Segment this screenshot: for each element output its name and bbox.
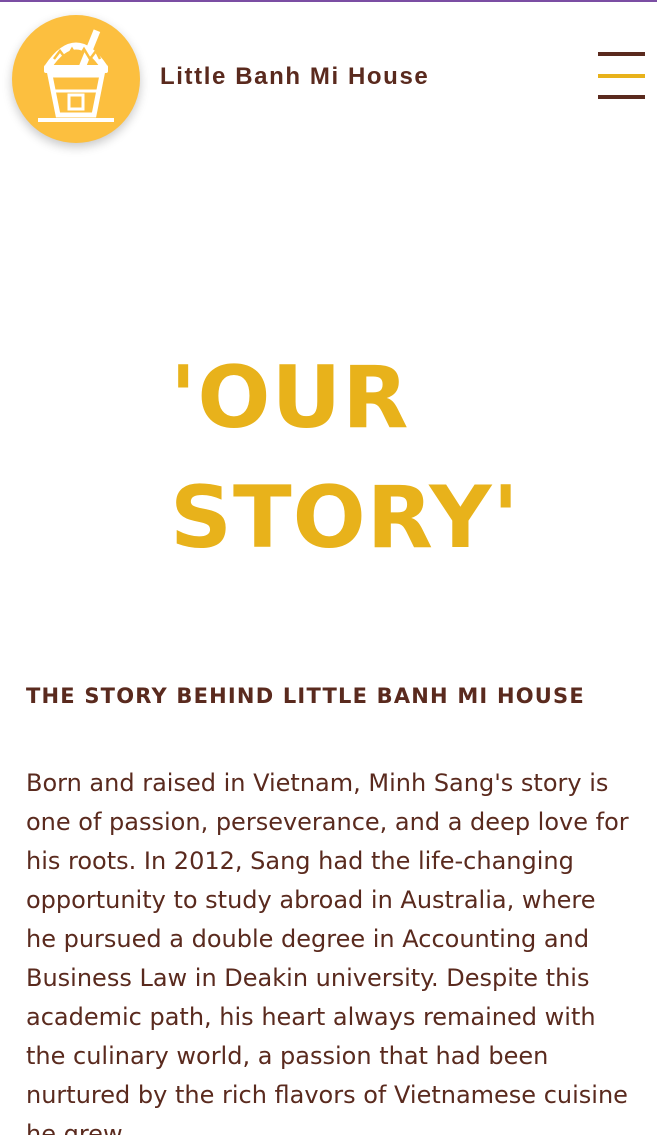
hamburger-menu-icon[interactable] [596, 50, 646, 102]
menu-bar-bottom [598, 95, 645, 99]
page-title: 'OUR STORY' [170, 338, 530, 578]
top-border [0, 0, 657, 2]
story-heading: THE STORY BEHIND LITTLE BANH MI HOUSE [26, 684, 585, 708]
logo-link[interactable] [12, 15, 140, 143]
story-body-text: Born and raised in Vietnam, Minh Sang's … [26, 769, 629, 1135]
brand-name[interactable]: Little Banh Mi House [160, 63, 429, 91]
menu-bar-top [598, 52, 645, 56]
page-title-line2: STORY' [170, 468, 520, 568]
menu-bar-middle [598, 74, 645, 78]
page-title-line1: 'OUR [170, 348, 410, 448]
banh-mi-drink-cup-logo-icon [38, 29, 114, 122]
